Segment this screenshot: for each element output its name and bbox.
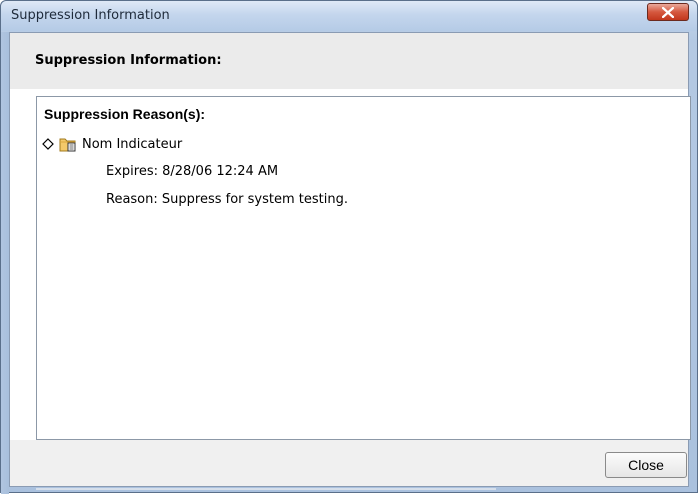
- suppression-reasons-panel: Suppression Reason(s): Nom Indicateur Ex…: [36, 96, 691, 440]
- dialog-footer: Close: [10, 440, 688, 486]
- panel-heading: Suppression Reason(s):: [44, 106, 206, 122]
- dialog-header: Suppression Information:: [10, 33, 688, 89]
- window-title: Suppression Information: [11, 8, 170, 23]
- dialog-window: Suppression Information Suppression Info…: [0, 0, 698, 494]
- window-frame-left: [1, 32, 9, 494]
- window-close-button[interactable]: [647, 3, 689, 21]
- title-bar[interactable]: Suppression Information: [1, 1, 697, 31]
- item-label: Nom Indicateur: [82, 136, 183, 152]
- header-title: Suppression Information:: [35, 53, 222, 68]
- close-icon: [662, 7, 674, 18]
- item-expires: Expires: 8/28/06 12:24 AM: [106, 164, 279, 179]
- diamond-icon: [42, 138, 54, 150]
- bottom-border: [36, 488, 496, 490]
- close-button[interactable]: Close: [605, 452, 687, 478]
- item-reason: Reason: Suppress for system testing.: [106, 192, 348, 207]
- tree-item-nom-indicateur[interactable]: Nom Indicateur: [42, 135, 182, 153]
- folder-icon: [59, 138, 76, 152]
- dialog-client-area: Suppression Information: Suppression Rea…: [9, 32, 691, 487]
